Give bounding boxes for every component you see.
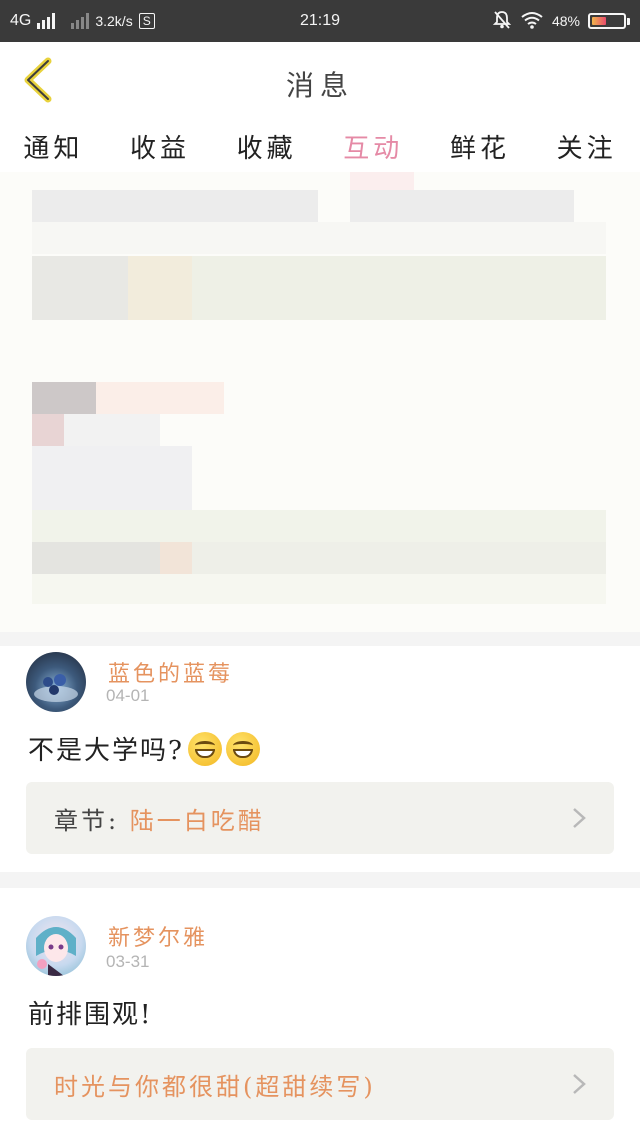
list-item[interactable]: 蓝色的蓝莓 04-01 不是大学吗? 章节: 陆一白吃醋 xyxy=(0,646,640,872)
username[interactable]: 蓝色的蓝莓 xyxy=(108,656,233,688)
grin-emoji-icon xyxy=(187,731,222,766)
status-left: 4G 3.2k/s S xyxy=(0,12,155,30)
chapter-link[interactable]: 章节: 陆一白吃醋 xyxy=(26,782,614,854)
comment-body: 前排围观! xyxy=(28,1000,153,1030)
tab-interactions[interactable]: 互动 xyxy=(343,128,403,165)
blurred-content xyxy=(0,172,640,632)
separator xyxy=(0,872,640,888)
username[interactable]: 新梦尔雅 xyxy=(108,920,208,952)
chapter-link[interactable]: 时光与你都很甜(超甜续写) xyxy=(26,1048,614,1120)
network-speed: 3.2k/s xyxy=(95,13,133,29)
chevron-right-icon xyxy=(573,1074,586,1094)
chapter-title: 时光与你都很甜(超甜续写) xyxy=(54,1072,376,1101)
tab-flowers[interactable]: 鲜花 xyxy=(450,128,510,165)
tab-following[interactable]: 关注 xyxy=(557,128,617,165)
signal-secondary-icon xyxy=(71,13,90,29)
status-right: 48% xyxy=(492,10,640,33)
app-badge-icon: S xyxy=(138,13,155,29)
tab-earnings[interactable]: 收益 xyxy=(130,128,190,165)
chapter-label: 章节: xyxy=(54,806,120,835)
nav-bar: 消息 xyxy=(0,42,640,121)
status-bar: 4G 3.2k/s S 21:19 48% xyxy=(0,0,640,42)
avatar[interactable] xyxy=(26,652,86,712)
battery-percent: 48% xyxy=(551,13,580,29)
list-item[interactable]: 新梦尔雅 03-31 前排围观! 时光与你都很甜(超甜续写) xyxy=(0,888,640,1138)
bell-muted-icon xyxy=(492,10,512,33)
page-title: 消息 xyxy=(285,69,354,102)
comment-text: 前排围观! xyxy=(28,994,152,1031)
wifi-icon xyxy=(520,11,544,32)
chapter-title: 陆一白吃醋 xyxy=(129,806,265,835)
chevron-right-icon xyxy=(573,808,586,828)
timestamp: 04-01 xyxy=(106,686,150,705)
comment-text: 不是大学吗? xyxy=(28,730,260,767)
tab-notifications[interactable]: 通知 xyxy=(23,128,83,165)
chapter-text: 时光与你都很甜(超甜续写) xyxy=(26,1067,376,1102)
battery-icon xyxy=(588,13,630,29)
signal-icon xyxy=(37,13,56,29)
grin-emoji-icon xyxy=(225,731,260,766)
timestamp: 03-31 xyxy=(106,952,150,971)
tab-bar: 通知 收益 收藏 互动 鲜花 关注 xyxy=(0,120,640,172)
tab-favorites[interactable]: 收藏 xyxy=(237,128,297,165)
comment-body: 不是大学吗? xyxy=(28,736,184,766)
divider xyxy=(0,632,640,646)
chapter-text: 章节: 陆一白吃醋 xyxy=(26,801,265,836)
network-type: 4G xyxy=(10,12,32,29)
avatar[interactable] xyxy=(26,916,86,976)
